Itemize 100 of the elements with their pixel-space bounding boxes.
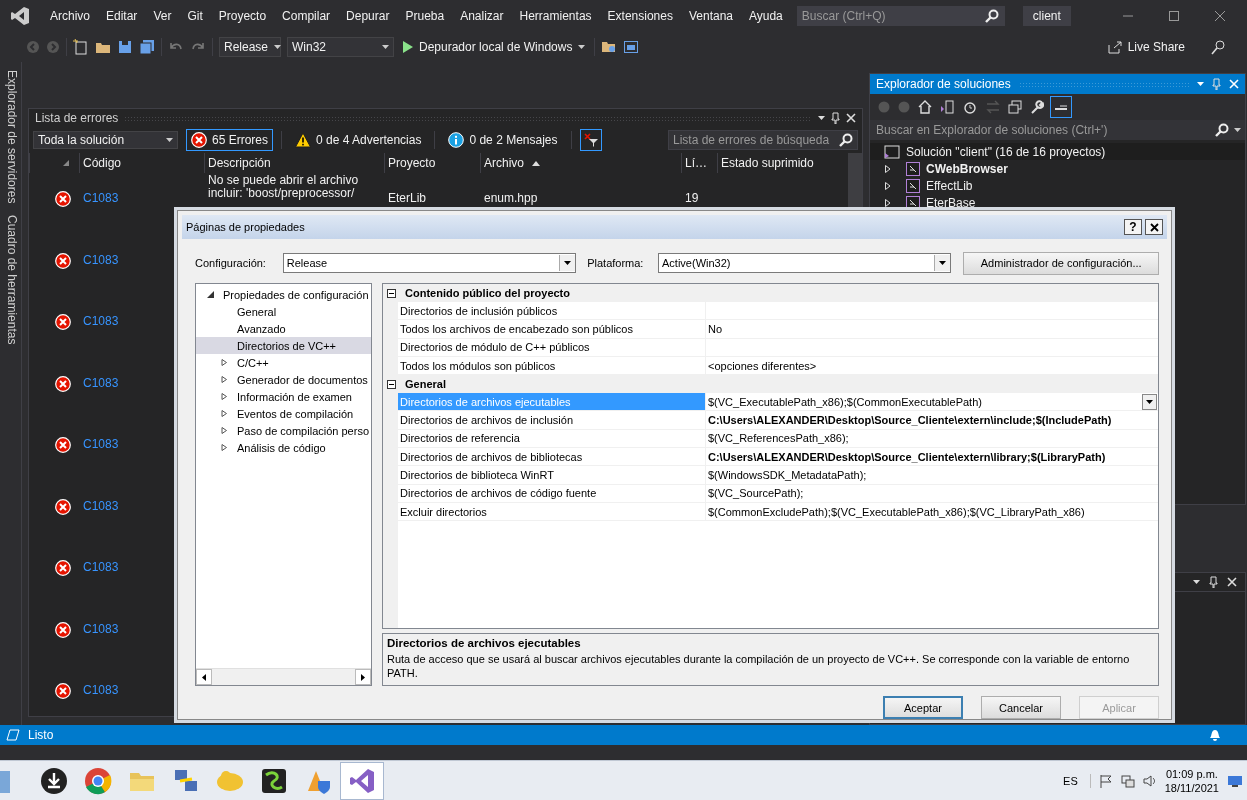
- expand-arrow-icon[interactable]: [221, 359, 228, 366]
- tree-item[interactable]: Paso de compilación perso: [234, 424, 371, 437]
- property-name[interactable]: Directorios de archivos de bibliotecas: [400, 450, 583, 463]
- tree-item[interactable]: General: [235, 305, 279, 318]
- configuration-dropdown[interactable]: Release: [219, 37, 281, 57]
- property-name[interactable]: Directorios de archivos de inclusión: [400, 414, 574, 427]
- menu-item[interactable]: Analizar: [452, 6, 512, 26]
- filter-button[interactable]: 0 de 2 Mensajes: [443, 129, 563, 151]
- network-status-icon[interactable]: [1120, 774, 1135, 788]
- history-icon[interactable]: [962, 100, 978, 114]
- maximize-icon[interactable]: [1169, 11, 1179, 21]
- folder-search-icon[interactable]: [601, 39, 618, 55]
- help-button[interactable]: ?: [1124, 219, 1142, 235]
- platform-dropdown[interactable]: Win32: [287, 37, 394, 57]
- menu-item[interactable]: Prueba: [397, 6, 453, 26]
- property-name[interactable]: Directorios de biblioteca WinRT: [400, 469, 554, 481]
- menu-item[interactable]: Archivo: [42, 6, 98, 26]
- error-code-link[interactable]: C1083: [83, 375, 119, 390]
- property-name[interactable]: Excluir directorios: [400, 505, 487, 518]
- menu-item[interactable]: Extensiones: [599, 6, 681, 26]
- expand-arrow-icon[interactable]: [221, 376, 228, 383]
- side-tab[interactable]: Cuadro de herramientas: [0, 213, 21, 347]
- search-field[interactable]: Lista de errores de búsqueda: [668, 130, 858, 150]
- collapse-icon[interactable]: [387, 379, 396, 389]
- column-header[interactable]: Descripción: [204, 153, 384, 173]
- menu-item[interactable]: Depurar: [338, 6, 398, 26]
- bell-icon[interactable]: [1209, 728, 1221, 742]
- project-node[interactable]: EterBase: [926, 195, 976, 210]
- filter-button[interactable]: 0 de 4 Advertencias: [290, 129, 427, 151]
- save-icon[interactable]: [117, 39, 133, 55]
- menu-item[interactable]: Compilar: [274, 6, 339, 26]
- flag-icon[interactable]: [1098, 774, 1113, 788]
- tree-item[interactable]: Eventos de compilación: [235, 407, 356, 420]
- start-debugger-button[interactable]: Depurador local de Windows: [400, 40, 589, 54]
- feedback-icon[interactable]: [1211, 39, 1227, 55]
- column-header[interactable]: Proyecto: [384, 153, 480, 173]
- scroll-left-icon[interactable]: [202, 673, 206, 681]
- clock[interactable]: 01:09 p.m. 18/11/2021: [1164, 767, 1219, 795]
- tree-item[interactable]: Generador de documentos: [235, 373, 370, 386]
- close-button[interactable]: [1145, 219, 1163, 235]
- menu-item[interactable]: Ver: [145, 6, 180, 26]
- caret-icon[interactable]: [1234, 128, 1241, 132]
- dialog-button[interactable]: Aceptar: [883, 696, 963, 719]
- wrench-icon[interactable]: [1030, 100, 1044, 114]
- language-indicator[interactable]: ES: [1063, 775, 1078, 787]
- tree-item[interactable]: Propiedades de configuración: [221, 288, 371, 301]
- collapse-arrow-icon[interactable]: [207, 291, 214, 298]
- menu-item[interactable]: Git: [179, 6, 211, 26]
- dropdown-button[interactable]: [1142, 393, 1157, 410]
- error-code-link[interactable]: C1083: [83, 314, 119, 328]
- tree-item[interactable]: Información de examen: [235, 390, 354, 403]
- search-field[interactable]: Buscar (Ctrl+Q): [796, 6, 1005, 26]
- preview-icon[interactable]: [1052, 98, 1070, 116]
- new-item-icon[interactable]: [73, 39, 89, 55]
- collapse-all-icon[interactable]: [1008, 100, 1022, 114]
- platform-dropdown[interactable]: Active(Win32): [658, 253, 952, 273]
- tree-item[interactable]: Avanzado: [235, 322, 288, 335]
- expand-arrow-icon[interactable]: [221, 410, 228, 417]
- search-field[interactable]: Buscar en Explorador de soluciones (Ctrl+'): [870, 120, 1245, 140]
- tree-item[interactable]: Análisis de código: [235, 441, 328, 454]
- error-code-link[interactable]: C1083: [83, 560, 119, 574]
- error-code-link[interactable]: C1083: [83, 252, 119, 267]
- project-node[interactable]: EffectLib: [926, 178, 973, 193]
- side-tab[interactable]: Explorador de servidores: [0, 68, 21, 206]
- switch-views-icon[interactable]: [940, 100, 954, 114]
- close-icon[interactable]: [1215, 11, 1225, 21]
- project-node[interactable]: CWebBrowser: [926, 161, 1008, 176]
- filter-button[interactable]: 65 Errores: [186, 129, 274, 151]
- speaker-icon[interactable]: [1142, 774, 1157, 788]
- configuration-manager-button[interactable]: Administrador de configuración...: [963, 251, 1159, 275]
- property-name[interactable]: Todos los módulos son públicos: [400, 359, 556, 372]
- home-icon[interactable]: [918, 100, 932, 114]
- error-code-link[interactable]: C1083: [83, 683, 119, 697]
- property-name[interactable]: Directorios de archivos de código fuente: [400, 487, 597, 500]
- property-name[interactable]: Todos los archivos de encabezado son públicos: [400, 322, 633, 335]
- pin-icon[interactable]: [831, 112, 840, 124]
- save-all-icon[interactable]: [139, 39, 155, 55]
- window-icon[interactable]: [623, 39, 640, 55]
- menu-item[interactable]: Proyecto: [210, 6, 275, 26]
- show-desktop-icon[interactable]: [1227, 774, 1243, 788]
- error-code-link[interactable]: C1083: [83, 498, 119, 513]
- property-name[interactable]: Directorios de referencia: [400, 432, 520, 445]
- collapse-icon[interactable]: [387, 288, 396, 298]
- configuration-dropdown[interactable]: Release: [282, 253, 577, 273]
- dialog-button[interactable]: Cancelar: [981, 696, 1061, 719]
- clear-filter-icon[interactable]: [579, 129, 602, 151]
- expand-arrow-icon[interactable]: [221, 393, 228, 400]
- scroll-right-icon[interactable]: [361, 673, 365, 681]
- expand-arrow-icon[interactable]: [221, 444, 228, 451]
- column-header[interactable]: Archivo: [480, 153, 681, 173]
- error-code-link[interactable]: C1083: [83, 621, 119, 636]
- property-name[interactable]: Directorios de inclusión públicos: [400, 304, 558, 317]
- menu-item[interactable]: Herramientas: [511, 6, 600, 26]
- expand-arrow-icon[interactable]: [220, 427, 228, 434]
- scope-dropdown[interactable]: Toda la solución: [33, 131, 178, 149]
- menu-item[interactable]: Ventana: [680, 6, 741, 26]
- tree-item[interactable]: C/C++: [235, 356, 271, 369]
- pin-icon[interactable]: [1209, 576, 1218, 588]
- error-code-link[interactable]: C1083: [83, 437, 119, 451]
- live-share-button[interactable]: Live Share: [1101, 39, 1191, 55]
